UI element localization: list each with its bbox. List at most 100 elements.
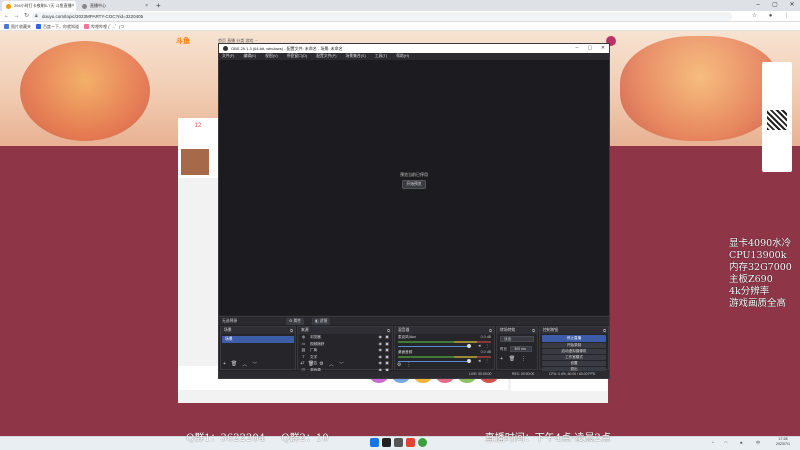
- duration-input[interactable]: 300 ms: [510, 346, 533, 352]
- browser-tab-active[interactable]: 294小时打卡夜刷5-7天 斗鱼直播 ×: [2, 1, 76, 11]
- transition-select[interactable]: 淡出: [500, 336, 534, 342]
- filters-button[interactable]: ◧ 滤镜: [312, 318, 331, 325]
- menu-icon[interactable]: ⋮: [782, 12, 791, 21]
- minimize-icon[interactable]: –: [571, 44, 583, 53]
- close-tab-icon[interactable]: ×: [72, 3, 75, 9]
- close-window-button[interactable]: ✕: [784, 0, 800, 11]
- add-icon[interactable]: +: [500, 356, 503, 362]
- url-input[interactable]: 🔒︎ douyu.com/topic/2023MPARTY-COC?rid=32…: [32, 12, 732, 21]
- browser-tab[interactable]: 直播中心 ×: [78, 1, 152, 11]
- chevron-down-icon[interactable]: ﹀: [339, 361, 344, 368]
- trash-icon[interactable]: 🗑︎: [308, 361, 314, 368]
- duration-label: 时长: [500, 346, 508, 351]
- dock-float-icon[interactable]: ⧉: [290, 327, 293, 334]
- kebab-menu-icon[interactable]: ⋮: [521, 356, 526, 362]
- add-icon[interactable]: +: [223, 361, 226, 368]
- cpu-fps: CPU: 0.4%, 60.00 / 60.00 FPS: [549, 372, 595, 376]
- kebab-menu-icon[interactable]: ⋮: [485, 343, 489, 348]
- qq-group-2: Q群2：10: [281, 433, 329, 444]
- banner-character-right: [620, 36, 780, 141]
- browser-tab-strip: 294小时打卡夜刷5-7天 斗鱼直播 × 直播中心 × + – ▢ ✕: [0, 0, 800, 11]
- slider-knob[interactable]: [467, 359, 471, 363]
- menu-help[interactable]: 帮助(H): [396, 54, 409, 59]
- preview-disabled-message: 预览当前已停用: [400, 172, 428, 177]
- input-method-icon[interactable]: 中: [756, 438, 760, 447]
- bookmark-item[interactable]: 哔哩哔哩 (゜-゜)つ: [84, 23, 124, 30]
- tab-title: 294小时打卡夜刷5-7天 斗鱼直播: [14, 3, 72, 8]
- mixer-channel: 麦克风/Aux 0.0 dB 🔊︎ ⋮: [395, 334, 494, 349]
- trash-icon[interactable]: 🗑︎: [231, 361, 237, 368]
- chevron-up-icon[interactable]: ︿: [329, 361, 334, 368]
- streamer-avatar[interactable]: [180, 148, 210, 176]
- dock-float-icon[interactable]: ⧉: [387, 327, 390, 334]
- trash-icon[interactable]: 🗑︎: [509, 356, 515, 362]
- scene-list-item[interactable]: 场景: [222, 336, 294, 343]
- menu-view[interactable]: 视图(V): [265, 54, 278, 59]
- obs-taskbar-icon[interactable]: [382, 438, 391, 447]
- menu-docks[interactable]: 停靠窗口(D): [287, 54, 307, 59]
- obs-title: OBS 29.1.3 (64-bit, windows) - 配置文件: 未命名…: [231, 45, 343, 51]
- volume-meter: [398, 356, 491, 358]
- profile-icon[interactable]: ●: [766, 12, 775, 21]
- chrome-taskbar-icon[interactable]: [418, 438, 427, 447]
- close-icon[interactable]: ✕: [597, 44, 609, 53]
- stop-streaming-button[interactable]: 停止直播: [542, 335, 606, 342]
- preview-canvas[interactable]: 预览当前已停用 开始预览: [219, 60, 609, 315]
- network-icon[interactable]: ◠: [724, 438, 728, 447]
- taskbar-clock[interactable]: 17:28 2023/7/1: [776, 437, 790, 447]
- menu-scene-collection[interactable]: 场景集合(S): [345, 54, 365, 59]
- close-tab-icon[interactable]: ×: [145, 3, 148, 9]
- dock-float-icon[interactable]: ⧉: [603, 327, 606, 334]
- kebab-menu-icon[interactable]: ⋮: [406, 362, 411, 368]
- chevron-up-icon[interactable]: ︿: [242, 361, 247, 368]
- dock-float-icon[interactable]: ⧉: [532, 327, 535, 334]
- folder-icon: [4, 24, 9, 29]
- menu-file[interactable]: 文件(F): [222, 54, 234, 59]
- settings-button[interactable]: 设置: [542, 361, 606, 366]
- studio-mode-button[interactable]: 工作室模式: [542, 355, 606, 360]
- site-logo[interactable]: 斗鱼: [176, 36, 190, 46]
- tray-chevron-icon[interactable]: ^: [712, 438, 714, 447]
- start-virtual-camera-button[interactable]: 启动虚拟摄像机: [542, 349, 606, 354]
- forward-arrow-icon[interactable]: →: [12, 12, 21, 21]
- enable-preview-button[interactable]: 开始预览: [402, 180, 426, 189]
- maximize-icon[interactable]: ▢: [584, 44, 596, 53]
- dock-float-icon[interactable]: ⧉: [489, 327, 492, 334]
- reload-icon[interactable]: ↻: [22, 12, 31, 21]
- spec-line: 内存32G7000: [729, 262, 792, 273]
- new-tab-button[interactable]: +: [156, 1, 161, 10]
- spec-overlay: 显卡4090水冷 CPU13900k 内存32G7000 主板Z690 4k分辨…: [729, 238, 792, 310]
- properties-button[interactable]: ⚙ 属性: [286, 318, 305, 325]
- gear-icon[interactable]: ⚙: [319, 361, 323, 368]
- channel-db: 0.0 dB: [480, 350, 491, 354]
- slider-knob[interactable]: [467, 344, 471, 348]
- audio-mixer-dock: 混音器 ⧉ 麦克风/Aux 0.0 dB 🔊︎ ⋮ 桌面音频 0.0 dB 🔊︎ ⋮ …: [394, 326, 495, 370]
- volume-slider[interactable]: 🔊︎ ⋮: [398, 343, 491, 348]
- menu-tools[interactable]: 工具(T): [375, 54, 387, 59]
- channel-name: 桌面音频: [398, 350, 413, 354]
- minimize-window-button[interactable]: –: [750, 0, 766, 11]
- kebab-menu-icon[interactable]: ⋮: [485, 358, 489, 363]
- speaker-icon[interactable]: 🔊︎: [478, 343, 481, 348]
- back-arrow-icon[interactable]: ←: [2, 12, 11, 21]
- add-icon[interactable]: +: [300, 361, 303, 368]
- sources-dock: 来源 ⧉ ◍ 浏览器 ◉ ▣ ▭ 视频捕获 ◉ ▣ ▨ 厂商 ◉ ▣ T 文字 ◉ ▣ T 公告 ◉ ▣ ◫ 游戏…: [297, 326, 393, 378]
- windows-start-icon[interactable]: [370, 438, 379, 447]
- live-timer: LIVE: 00:00:00: [469, 372, 492, 376]
- spec-line: 主板Z690: [729, 274, 773, 285]
- volume-icon[interactable]: 🔊︎: [740, 438, 743, 447]
- speaker-icon[interactable]: 🔊︎: [478, 358, 481, 363]
- start-recording-button[interactable]: 开始录制: [542, 343, 606, 348]
- maximize-window-button[interactable]: ▢: [767, 0, 783, 11]
- bookmark-item[interactable]: 图片收藏夹: [4, 23, 31, 30]
- scene-toolbar: + 🗑︎ ︿ ﹀: [223, 361, 262, 368]
- menu-edit[interactable]: 编辑(E): [243, 54, 256, 59]
- bookmark-star-icon[interactable]: ☆: [750, 12, 759, 21]
- app-taskbar-icon[interactable]: [406, 438, 415, 447]
- app-taskbar-icon[interactable]: [394, 438, 403, 447]
- chevron-down-icon[interactable]: ﹀: [252, 361, 257, 368]
- gear-icon[interactable]: ⚙: [397, 362, 401, 368]
- dock-header: 转场特效 ⧉: [497, 327, 537, 334]
- bookmark-item[interactable]: 百度一下，你就知道: [36, 23, 79, 30]
- menu-profile[interactable]: 配置文件(P): [316, 54, 336, 59]
